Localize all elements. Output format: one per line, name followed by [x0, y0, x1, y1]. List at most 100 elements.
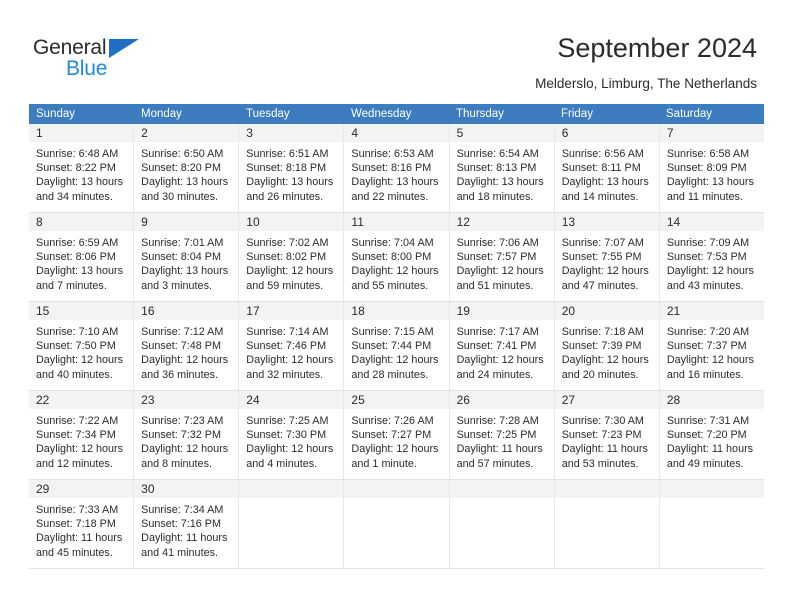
calendar-day-cell[interactable]: 6 Sunrise: 6:56 AM Sunset: 8:11 PM Daylight… [554, 124, 660, 212]
day-number: 10 [246, 215, 260, 229]
day-number-band: 11 [344, 213, 449, 232]
day-number: 23 [141, 393, 155, 407]
calendar-day-cell[interactable]: 7 Sunrise: 6:58 AM Sunset: 8:09 PM Daylight… [659, 124, 764, 212]
daylight-text-line2: and 12 minutes. [36, 457, 113, 470]
calendar-day-cell[interactable]: 8 Sunrise: 6:59 AM Sunset: 8:06 PM Daylight… [29, 213, 135, 301]
calendar-day-cell[interactable]: 22 Sunrise: 7:22 AM Sunset: 7:34 PM Dayligh… [29, 391, 135, 479]
day-number-band: 21 [659, 302, 764, 321]
calendar-day-cell[interactable]: 3 Sunrise: 6:51 AM Sunset: 8:18 PM Daylight… [239, 124, 345, 212]
sunrise-text: Sunrise: 6:53 AM [351, 148, 434, 160]
calendar-day-cell[interactable]: 15 Sunrise: 7:10 AM Sunset: 7:50 PM Dayligh… [29, 302, 135, 390]
calendar-week-row: 22 Sunrise: 7:22 AM Sunset: 7:34 PM Dayligh… [29, 391, 764, 480]
sunset-text: Sunset: 7:18 PM [36, 518, 116, 531]
calendar-day-cell[interactable]: 17 Sunrise: 7:14 AM Sunset: 7:46 PM Dayligh… [239, 302, 345, 390]
calendar-day-cell[interactable]: 12 Sunrise: 7:06 AM Sunset: 7:57 PM Dayligh… [449, 213, 555, 301]
daylight-text-line2: and 55 minutes. [351, 279, 429, 292]
calendar-day-cell[interactable]: 27 Sunrise: 7:30 AM Sunset: 7:23 PM Dayligh… [554, 391, 660, 479]
calendar-day-cell[interactable]: 9 Sunrise: 7:01 AM Sunset: 8:04 PM Daylight… [134, 213, 240, 301]
sunset-text: Sunset: 8:20 PM [141, 162, 221, 175]
calendar-day-cell[interactable]: 1 Sunrise: 6:48 AM Sunset: 8:22 PM Daylight… [29, 124, 135, 212]
day-details: Sunrise: 7:09 AM Sunset: 7:53 PM Daylight:… [660, 232, 764, 293]
sunrise-text: Sunrise: 6:58 AM [666, 148, 750, 160]
daylight-text-line1: Daylight: 12 hours [246, 443, 334, 456]
sunrise-text: Sunrise: 7:04 AM [351, 237, 434, 249]
calendar-day-cell[interactable]: 4 Sunrise: 6:53 AM Sunset: 8:16 PM Daylight… [344, 124, 450, 212]
sunrise-text: Sunrise: 6:50 AM [141, 148, 224, 160]
weekday-header-row: Sunday Monday Tuesday Wednesday Thursday… [29, 104, 764, 124]
day-details: Sunrise: 7:15 AM Sunset: 7:44 PM Daylight:… [344, 321, 448, 382]
sunrise-text: Sunrise: 7:31 AM [666, 415, 750, 427]
daylight-text-line2: and 18 minutes. [456, 190, 534, 203]
day-number: 15 [36, 304, 50, 318]
calendar-day-cell[interactable]: 23 Sunrise: 7:23 AM Sunset: 7:32 PM Dayligh… [134, 391, 240, 479]
daylight-text-line1: Daylight: 12 hours [141, 354, 229, 367]
calendar-day-cell[interactable]: 28 Sunrise: 7:31 AM Sunset: 7:20 PM Dayligh… [659, 391, 764, 479]
day-details: Sunrise: 7:28 AM Sunset: 7:25 PM Daylight:… [450, 410, 554, 471]
daylight-text-line2: and 22 minutes. [351, 190, 429, 203]
page-subtitle: Melderslo, Limburg, The Netherlands [535, 76, 757, 91]
daylight-text-line1: Daylight: 13 hours [561, 176, 649, 189]
day-number-band: 8 [29, 213, 134, 232]
daylight-text-line1: Daylight: 11 hours [456, 443, 543, 456]
calendar-page: General Blue September 2024 Melderslo, L… [0, 0, 792, 612]
daylight-text-line2: and 3 minutes. [141, 279, 212, 292]
day-number: 25 [351, 393, 365, 407]
calendar-day-cell[interactable]: 29 Sunrise: 7:33 AM Sunset: 7:18 PM Dayligh… [29, 480, 135, 568]
day-number-band: 12 [449, 213, 554, 232]
day-number: 28 [666, 393, 681, 407]
day-number: 21 [666, 304, 681, 318]
day-number-band: 26 [449, 391, 554, 410]
calendar-day-cell[interactable]: 24 Sunrise: 7:25 AM Sunset: 7:30 PM Dayligh… [239, 391, 345, 479]
sunrise-text: Sunrise: 7:22 AM [36, 415, 119, 427]
day-details: Sunrise: 7:30 AM Sunset: 7:23 PM Daylight:… [555, 410, 659, 471]
calendar-day-cell[interactable]: 19 Sunrise: 7:17 AM Sunset: 7:41 PM Dayligh… [449, 302, 555, 390]
calendar-day-cell[interactable]: 5 Sunrise: 6:54 AM Sunset: 8:13 PM Daylight… [449, 124, 555, 212]
sunrise-text: Sunrise: 7:25 AM [246, 415, 329, 427]
day-number-band: 2 [134, 124, 239, 143]
daylight-text-line1: Daylight: 13 hours [36, 176, 124, 189]
sunrise-text: Sunrise: 7:33 AM [36, 504, 119, 516]
calendar-day-cell[interactable]: 26 Sunrise: 7:28 AM Sunset: 7:25 PM Dayligh… [449, 391, 555, 479]
day-number: 29 [36, 482, 50, 496]
sunrise-text: Sunrise: 7:17 AM [456, 326, 539, 338]
day-number: 22 [36, 393, 50, 407]
day-number-band: 9 [134, 213, 239, 232]
sunset-text: Sunset: 8:13 PM [456, 162, 537, 175]
daylight-text-line2: and 4 minutes. [246, 457, 318, 470]
calendar-day-cell[interactable]: 18 Sunrise: 7:15 AM Sunset: 7:44 PM Dayligh… [344, 302, 450, 390]
daylight-text-line2: and 26 minutes. [246, 190, 324, 203]
day-details: Sunrise: 7:20 AM Sunset: 7:37 PM Daylight:… [660, 321, 764, 382]
sunset-text: Sunset: 7:55 PM [561, 251, 642, 264]
day-number: 7 [666, 126, 674, 140]
sunset-text: Sunset: 7:23 PM [561, 429, 642, 442]
calendar-day-cell[interactable]: 14 Sunrise: 7:09 AM Sunset: 7:53 PM Dayligh… [659, 213, 764, 301]
calendar-day-cell[interactable]: 13 Sunrise: 7:07 AM Sunset: 7:55 PM Dayligh… [554, 213, 660, 301]
calendar-day-cell-empty [659, 480, 764, 568]
day-number-band: 10 [239, 213, 344, 232]
calendar-day-cell[interactable]: 2 Sunrise: 6:50 AM Sunset: 8:20 PM Daylight… [134, 124, 240, 212]
calendar-day-cell[interactable]: 20 Sunrise: 7:18 AM Sunset: 7:39 PM Dayligh… [554, 302, 660, 390]
generalblue-logo[interactable]: General Blue [33, 36, 213, 86]
sunrise-text: Sunrise: 7:20 AM [666, 326, 750, 338]
calendar-day-cell[interactable]: 16 Sunrise: 7:12 AM Sunset: 7:48 PM Dayligh… [134, 302, 240, 390]
calendar-day-cell[interactable]: 21 Sunrise: 7:20 AM Sunset: 7:37 PM Dayligh… [659, 302, 764, 390]
day-number: 5 [456, 126, 464, 140]
daylight-text-line2: and 53 minutes. [561, 457, 639, 470]
sunrise-text: Sunrise: 7:07 AM [561, 237, 644, 249]
calendar-day-cell[interactable]: 11 Sunrise: 7:04 AM Sunset: 8:00 PM Dayligh… [344, 213, 450, 301]
daylight-text-line2: and 51 minutes. [456, 279, 534, 292]
calendar-day-cell[interactable]: 30 Sunrise: 7:34 AM Sunset: 7:16 PM Dayligh… [134, 480, 240, 568]
day-details: Sunrise: 6:59 AM Sunset: 8:06 PM Daylight:… [29, 232, 133, 293]
day-details: Sunrise: 7:02 AM Sunset: 8:02 PM Daylight:… [239, 232, 343, 293]
calendar-day-cell[interactable]: 10 Sunrise: 7:02 AM Sunset: 8:02 PM Dayligh… [239, 213, 345, 301]
daylight-text-line2: and 8 minutes. [141, 457, 212, 470]
day-details: Sunrise: 7:25 AM Sunset: 7:30 PM Daylight:… [239, 410, 343, 471]
day-details: Sunrise: 7:33 AM Sunset: 7:18 PM Daylight:… [29, 499, 133, 560]
calendar-day-cell[interactable]: 25 Sunrise: 7:26 AM Sunset: 7:27 PM Dayligh… [344, 391, 450, 479]
daylight-text-line1: Daylight: 11 hours [666, 443, 754, 456]
daylight-text-line1: Daylight: 13 hours [351, 176, 439, 189]
day-number-band: 15 [29, 302, 134, 321]
day-number: 13 [561, 215, 576, 229]
daylight-text-line1: Daylight: 13 hours [456, 176, 544, 189]
day-number-band [449, 480, 554, 499]
